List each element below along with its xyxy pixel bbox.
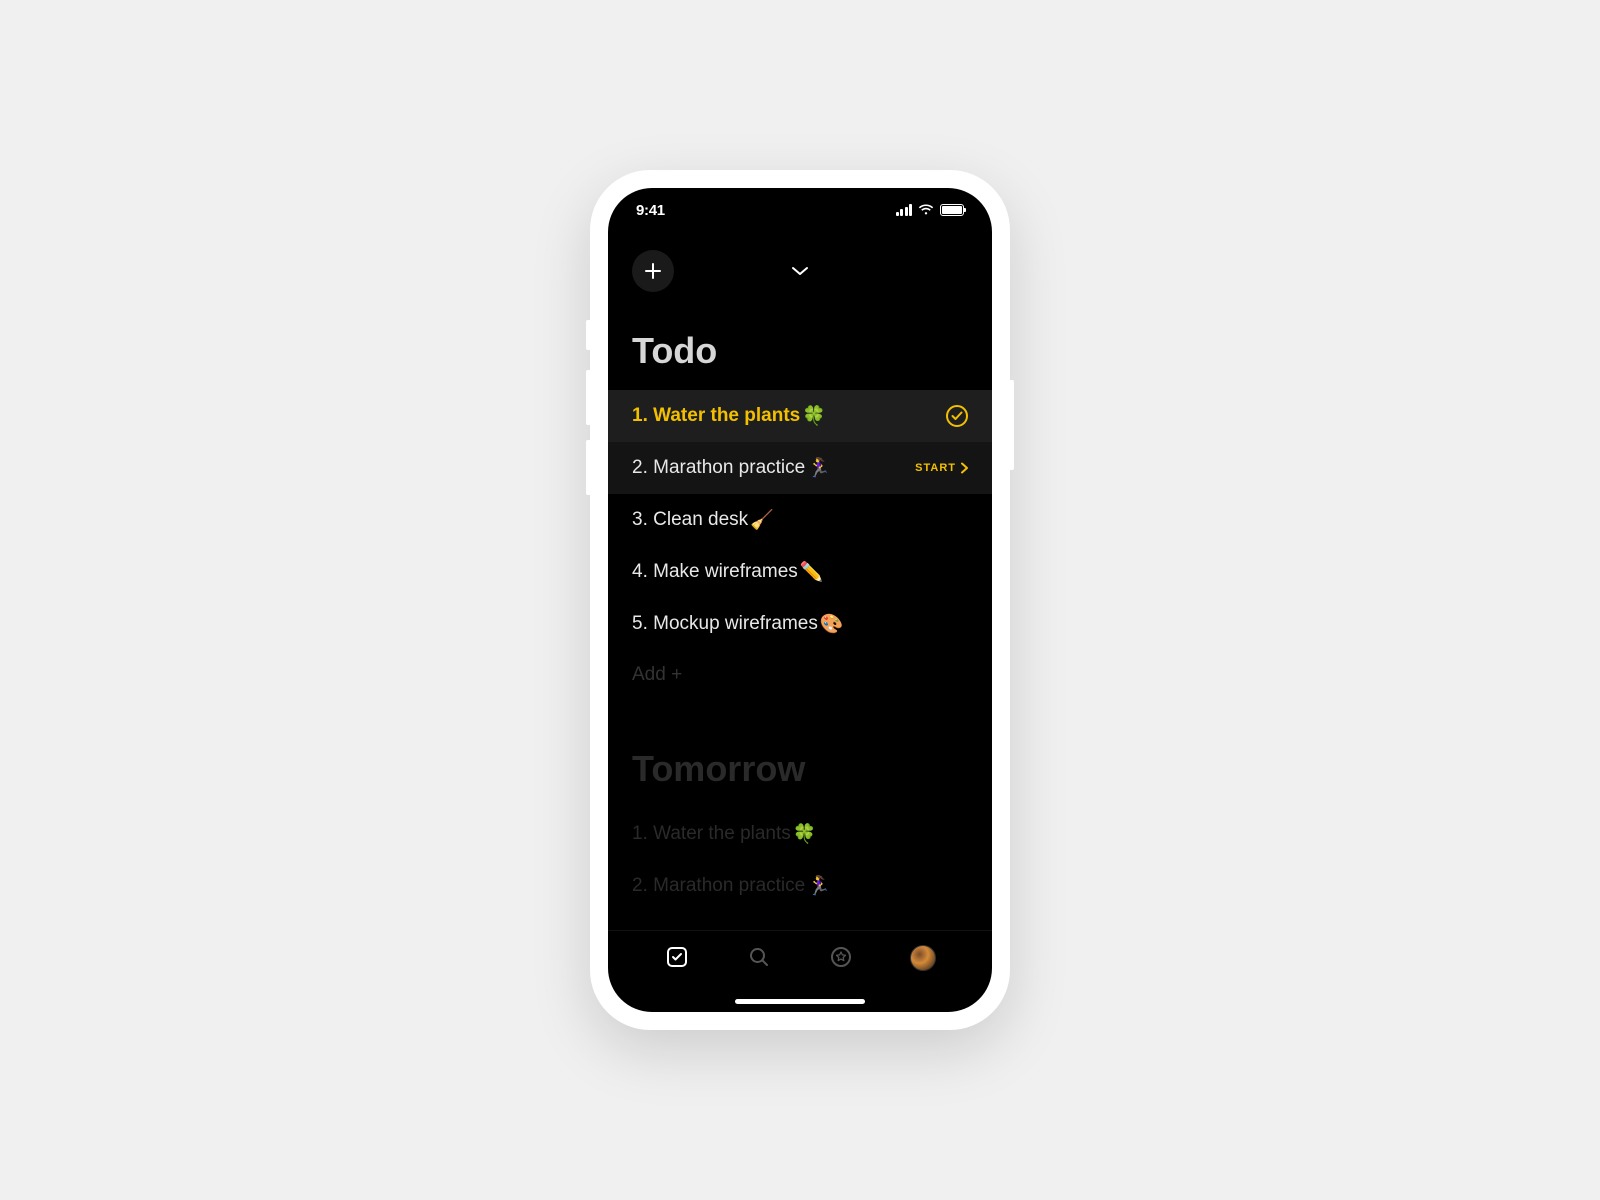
todo-item-label: 3. Clean desk — [632, 509, 748, 531]
todo-item-label: 4. Make wireframes — [632, 561, 798, 583]
phone-frame: 9:41 — [590, 170, 1010, 1030]
tab-tasks[interactable] — [652, 945, 702, 969]
checkbox-icon — [665, 945, 689, 969]
add-todo-row[interactable]: Add + — [608, 650, 992, 700]
tab-search[interactable] — [734, 945, 784, 969]
start-button[interactable]: START — [915, 462, 968, 474]
todo-item-label: 5. Mockup wireframes — [632, 613, 818, 635]
start-label: START — [915, 462, 956, 474]
content[interactable]: Todo 1. Water the plants 🍀 2. Marathon — [608, 302, 992, 930]
search-icon — [747, 945, 771, 969]
volume-up — [586, 370, 590, 425]
section-title-tomorrow: Tomorrow — [608, 748, 992, 808]
chevron-right-icon — [960, 462, 968, 474]
palette-icon: 🎨 — [820, 612, 844, 636]
chevron-down-icon — [791, 266, 809, 276]
tab-favorites[interactable] — [816, 945, 866, 969]
broom-icon: 🧹 — [750, 508, 774, 532]
todo-item-4[interactable]: 4. Make wireframes ✏️ — [608, 546, 992, 598]
todo-item-5[interactable]: 5. Mockup wireframes 🎨 — [608, 598, 992, 650]
todo-item-label: 1. Water the plants — [632, 405, 800, 427]
cellular-icon — [896, 204, 913, 216]
battery-icon — [940, 204, 964, 216]
home-indicator[interactable] — [735, 999, 865, 1004]
todo-item-label: 2. Marathon practice — [632, 457, 805, 479]
todo-item-label: 2. Marathon practice — [632, 875, 805, 897]
runner-icon: 🏃‍♀️ — [807, 456, 831, 480]
runner-icon: 🏃‍♀️ — [807, 874, 831, 898]
volume-down — [586, 440, 590, 495]
status-time: 9:41 — [636, 202, 665, 219]
screen: 9:41 — [608, 188, 992, 1012]
section-title-todo: Todo — [608, 330, 992, 390]
wifi-icon — [918, 204, 934, 216]
clover-icon: 🍀 — [802, 404, 826, 428]
tomorrow-item-1[interactable]: 1. Water the plants 🍀 — [608, 808, 992, 860]
todo-item-3[interactable]: 3. Clean desk 🧹 — [608, 494, 992, 546]
status-icons — [896, 204, 965, 216]
todo-item-label: 1. Water the plants — [632, 823, 791, 845]
add-button[interactable] — [632, 250, 674, 292]
header — [608, 232, 992, 302]
collapse-button[interactable] — [740, 266, 860, 276]
power-button — [1010, 380, 1014, 470]
pencil-icon: ✏️ — [800, 560, 824, 584]
avatar — [910, 945, 936, 971]
todo-item-2[interactable]: 2. Marathon practice 🏃‍♀️ START — [608, 442, 992, 494]
clover-icon: 🍀 — [793, 822, 817, 846]
todo-item-1[interactable]: 1. Water the plants 🍀 — [608, 390, 992, 442]
check-circle-icon[interactable] — [946, 405, 968, 427]
star-circle-icon — [829, 945, 853, 969]
add-label: Add + — [632, 664, 682, 685]
plus-icon — [644, 262, 662, 280]
tab-profile[interactable] — [898, 945, 948, 971]
mute-switch — [586, 320, 590, 350]
tomorrow-item-2[interactable]: 2. Marathon practice 🏃‍♀️ — [608, 860, 992, 912]
notch — [710, 188, 890, 216]
